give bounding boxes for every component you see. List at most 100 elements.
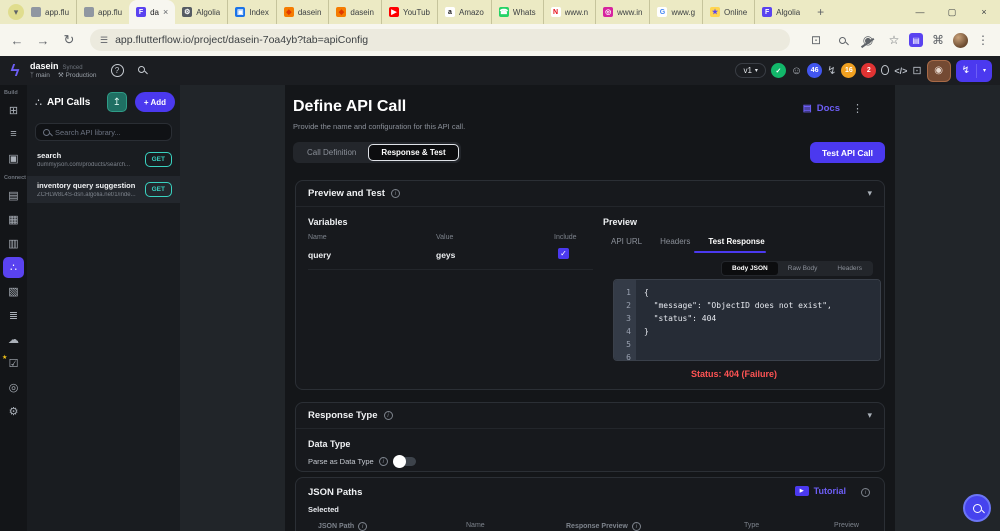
parse-data-type-toggle[interactable] [392, 455, 417, 468]
response-code-editor[interactable]: 1 2 3 4 5 6 { "message": "ObjectID does … [613, 279, 881, 361]
test-api-call-button[interactable]: Test API Call [809, 142, 885, 163]
extension-icon[interactable]: ▤ [909, 33, 923, 47]
subtab-raw-body[interactable]: Raw Body [778, 262, 828, 275]
rail-icon-widget-tree[interactable]: ≡ [3, 124, 24, 145]
minimize-button[interactable]: — [904, 7, 936, 17]
info-icon[interactable]: i [358, 522, 368, 531]
actions-count-badge[interactable]: 46 [807, 63, 823, 78]
zoom-fab-button[interactable] [963, 494, 991, 522]
info-icon[interactable]: i [383, 411, 393, 420]
tab-api-url[interactable]: API URL [611, 237, 642, 246]
assistant-icon[interactable]: ☺ [791, 65, 802, 77]
collapse-chevron-icon[interactable]: ▾ [867, 188, 872, 199]
cast-icon[interactable]: ⊡ [805, 33, 827, 47]
window-close-button[interactable]: × [968, 7, 1000, 17]
tab-close-icon[interactable]: × [163, 7, 168, 17]
browser-tab[interactable]: ☎ Whats [490, 0, 543, 24]
browser-tab-active[interactable]: F da × [129, 0, 176, 24]
tab-label: www.n [564, 7, 589, 17]
kebab-menu-icon[interactable]: ⋮ [852, 102, 863, 115]
api-list-item[interactable]: search dummyjson.com/products/search... … [27, 146, 180, 173]
help-icon[interactable]: ? [110, 64, 124, 77]
card-header[interactable]: Response Type i ▾ [296, 403, 884, 429]
tab-call-definition[interactable]: Call Definition [295, 148, 368, 157]
tab-test-response[interactable]: Test Response [708, 237, 764, 246]
variable-value[interactable]: geys [436, 250, 455, 260]
bookmark-star-icon[interactable]: ☆ [883, 33, 905, 47]
info-icon[interactable]: i [631, 522, 641, 531]
info-icon[interactable]: i [390, 189, 400, 198]
browser-tab[interactable]: app.flu [76, 0, 129, 24]
sync-check-badge[interactable]: ✓ [770, 63, 786, 78]
browser-tab[interactable]: N www.n [542, 0, 596, 24]
environment-name[interactable]: ⚒ Production [58, 72, 97, 79]
global-search-icon[interactable] [137, 65, 145, 76]
browser-tab[interactable]: ◆ dasein [328, 0, 381, 24]
version-dropdown[interactable]: v1 ▾ [735, 63, 766, 78]
chevron-down-icon[interactable]: ▾ [983, 67, 986, 74]
rail-icon-api-calls[interactable]: ∴ [3, 256, 24, 278]
rail-icon-dashboard[interactable]: ⊞ [3, 100, 24, 121]
maximize-button[interactable]: ▢ [936, 7, 968, 18]
browser-tab[interactable]: F Algolia [754, 0, 807, 24]
browser-tab[interactable]: ★ Online [702, 0, 754, 24]
browser-menu-icon[interactable]: ⋮ [972, 33, 994, 47]
include-checkbox[interactable]: ✓ [558, 248, 569, 259]
browser-tab[interactable]: ◎ www.in [595, 0, 649, 24]
rail-icon-media-assets[interactable]: ▧ [3, 281, 24, 302]
tutorial-link[interactable]: ▶ Tutorial [794, 486, 846, 496]
subtab-body-json[interactable]: Body JSON [722, 262, 778, 275]
tab-search-chevron-icon[interactable]: ▾ [8, 4, 24, 20]
flash-icon[interactable]: ↯ [827, 64, 836, 77]
open-in-new-icon[interactable]: ⊡ [912, 64, 921, 77]
preview-eye-button[interactable]: ◉ [926, 59, 951, 82]
browser-tab[interactable]: G www.g [649, 0, 702, 24]
browser-tab[interactable]: ⚙ Algolia [175, 0, 227, 24]
flutterflow-logo[interactable]: ϟ [0, 61, 30, 81]
browser-tab[interactable]: ◆ dasein [275, 0, 329, 24]
rail-icon-app-state[interactable]: ▥ [3, 233, 24, 254]
back-icon[interactable]: ← [4, 33, 30, 48]
tab-response-and-test[interactable]: Response & Test [368, 144, 459, 161]
search-icon[interactable] [831, 33, 853, 47]
bug-icon[interactable] [881, 62, 890, 80]
import-api-button[interactable]: ↥ [106, 92, 127, 112]
branch-name[interactable]: ᛉ main [30, 72, 50, 79]
info-icon[interactable]: i [378, 457, 388, 466]
rail-icon-custom-code[interactable]: ≣ [3, 305, 24, 326]
extensions-puzzle-icon[interactable]: ⌘ [927, 33, 949, 47]
add-api-button[interactable]: + Add [134, 92, 175, 112]
rail-icon-app-testing[interactable]: ★ ☑ [2, 353, 24, 374]
rail-icon-data-types[interactable]: ▦ [3, 209, 24, 230]
profile-avatar[interactable] [953, 32, 968, 48]
browser-tab[interactable]: ▣ Index [227, 0, 276, 24]
tab-headers[interactable]: Headers [660, 237, 690, 246]
url-bar[interactable]: ☰ app.flutterflow.io/project/dasein-7oa4… [90, 29, 790, 51]
new-tab-button[interactable]: + [807, 5, 834, 19]
browser-tab[interactable]: a Amazo [436, 0, 491, 24]
docs-link[interactable]: ▤ Docs [803, 103, 840, 114]
panel-title: API Calls [47, 96, 91, 108]
api-list-item-selected[interactable]: inventory query suggestion ZCHLW8L4S-dsn… [27, 176, 180, 203]
eye-off-icon[interactable]: ◉ [857, 33, 879, 47]
browser-tab[interactable]: app.flu [24, 0, 76, 24]
site-settings-icon[interactable]: ☰ [100, 35, 108, 46]
info-icon[interactable]: i [861, 488, 870, 497]
browser-tab[interactable]: ▶ YouTub [380, 0, 437, 24]
rail-icon-theme[interactable]: ◎ [3, 377, 24, 398]
collapse-chevron-icon[interactable]: ▾ [867, 410, 872, 421]
warnings-count-badge[interactable]: 16 [841, 63, 857, 78]
rail-icon-cloud-functions[interactable]: ☁ [3, 329, 24, 350]
reload-icon[interactable]: ↻ [56, 32, 82, 48]
card-header[interactable]: Preview and Test i ▾ [296, 181, 884, 207]
errors-count-badge[interactable]: 2 [861, 63, 877, 78]
run-button[interactable]: ↯ ▾ [955, 59, 992, 82]
api-search-input[interactable]: Search API library... [35, 123, 172, 141]
forward-icon[interactable]: → [30, 33, 56, 48]
rail-icon-components[interactable]: ▣ [3, 148, 24, 169]
code-view-icon[interactable]: </> [894, 66, 907, 76]
subtab-headers[interactable]: Headers [827, 262, 872, 275]
rail-icon-settings[interactable]: ⚙ [3, 401, 24, 422]
url-text[interactable]: app.flutterflow.io/project/dasein-7oa4yb… [115, 34, 368, 46]
rail-icon-database[interactable]: ▤ [3, 185, 24, 206]
